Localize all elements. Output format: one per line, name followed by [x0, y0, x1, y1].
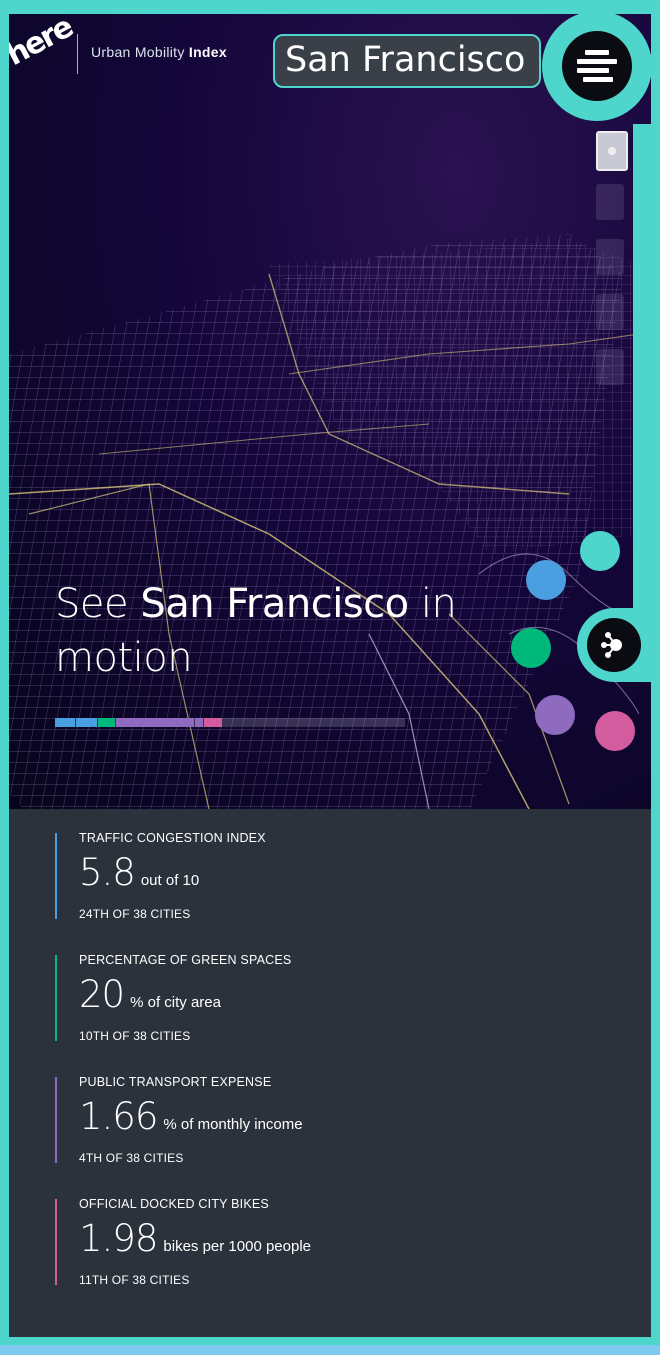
progress-segment-congestion [55, 718, 75, 727]
stats-panel: TRAFFIC CONGESTION INDEX 5.8 out of 10 24… [9, 809, 651, 1337]
progress-segment-green [98, 718, 115, 727]
progress-segment-bikes [204, 718, 222, 727]
view-thumbnail-4[interactable] [596, 294, 624, 330]
menu-icon [577, 46, 617, 86]
stat-unit: % of city area [130, 994, 221, 1011]
city-name-label[interactable]: San Francisco [273, 34, 542, 88]
stat-accent-bar [55, 833, 57, 919]
category-dot-congestion[interactable] [526, 560, 566, 600]
stat-value: 1.98 [79, 1217, 158, 1260]
view-thumbnail-3[interactable] [596, 239, 624, 275]
stat-value-row: 1.66 % of monthly income [79, 1095, 303, 1138]
right-rail [633, 124, 651, 644]
stat-rank: 24TH OF 38 CITIES [79, 907, 191, 921]
stat-label: PUBLIC TRANSPORT EXPENSE [79, 1075, 272, 1089]
view-thumbnail-2[interactable] [596, 184, 624, 220]
stat-accent-bar [55, 955, 57, 1041]
category-dot-bikes[interactable] [595, 711, 635, 751]
stat-rank: 10TH OF 38 CITIES [79, 1029, 191, 1043]
menu-button-ring [542, 14, 651, 121]
hero-headline: See San Francisco in motion [55, 581, 457, 681]
progress-segment-transport [116, 718, 194, 727]
stat-rank: 4TH OF 38 CITIES [79, 1151, 184, 1165]
category-dot-public-transport[interactable] [535, 695, 575, 735]
share-button-ring [577, 608, 651, 682]
menu-button[interactable] [562, 31, 632, 101]
stat-value-row: 1.98 bikes per 1000 people [79, 1217, 311, 1260]
stat-value: 20 [79, 973, 125, 1016]
app-title: Urban Mobility Index [91, 44, 227, 60]
header-divider [77, 34, 78, 74]
stat-unit: bikes per 1000 people [163, 1238, 312, 1255]
stat-label: PERCENTAGE OF GREEN SPACES [79, 953, 292, 967]
map-visualization [9, 234, 640, 809]
category-dot-teal[interactable] [580, 531, 620, 571]
progress-segment-transport-2 [195, 718, 203, 727]
bottom-strip [0, 1345, 660, 1355]
progress-segment-congestion-2 [76, 718, 97, 727]
share-button[interactable] [587, 618, 641, 672]
stat-value: 1.66 [79, 1095, 158, 1138]
thumbnail-indicator [608, 147, 616, 155]
stat-accent-bar [55, 1199, 57, 1285]
share-network-icon [601, 632, 622, 658]
stat-label: OFFICIAL DOCKED CITY BIKES [79, 1197, 269, 1211]
stat-rank: 11TH OF 38 CITIES [79, 1273, 190, 1287]
view-thumbnail-5[interactable] [596, 349, 624, 385]
stat-value-row: 5.8 out of 10 [79, 851, 199, 894]
stat-value: 5.8 [79, 851, 136, 894]
stat-unit: out of 10 [140, 872, 200, 889]
category-progress-bar [55, 718, 405, 727]
stat-accent-bar [55, 1077, 57, 1163]
stat-value-row: 20 % of city area [79, 973, 221, 1016]
city-map[interactable]: here Urban Mobility Index San Francisco [9, 14, 651, 809]
category-dot-green-spaces[interactable] [511, 628, 551, 668]
view-thumbnail-1[interactable] [596, 131, 628, 171]
stat-label: TRAFFIC CONGESTION INDEX [79, 831, 266, 845]
stat-unit: % of monthly income [163, 1116, 303, 1133]
app-frame: here Urban Mobility Index San Francisco [9, 14, 651, 1337]
